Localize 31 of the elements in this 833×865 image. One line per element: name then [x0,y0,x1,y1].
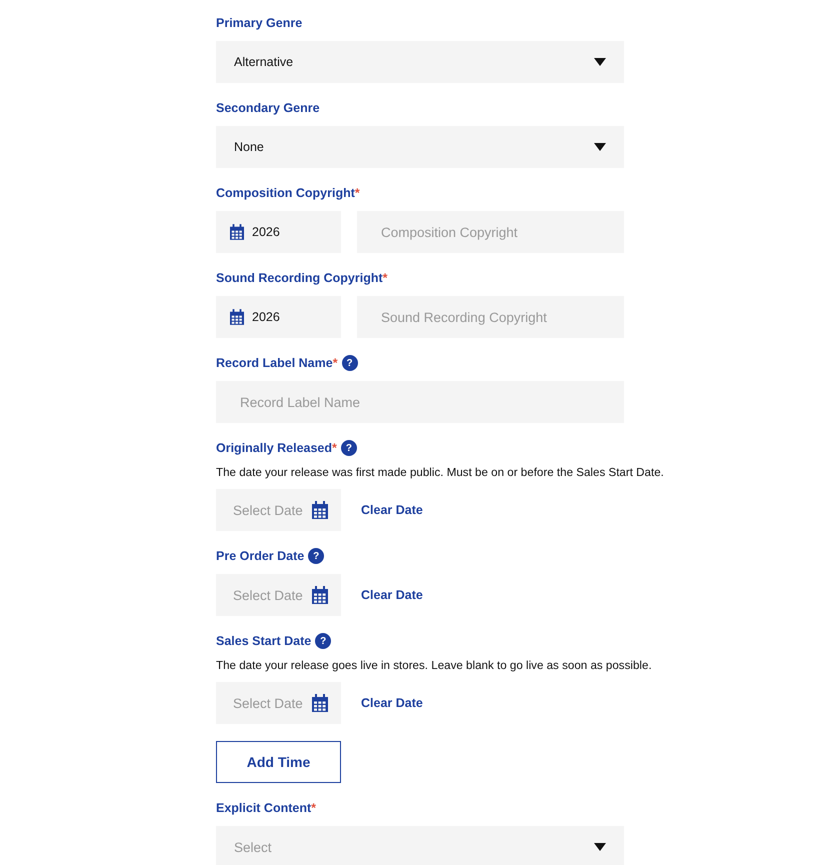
field-label: Sales Start Date [216,634,312,648]
field-label: Secondary Genre [216,101,320,115]
clear-date-link[interactable]: Clear Date [361,503,423,517]
dropdown-caret-icon [594,143,606,151]
help-icon[interactable]: ? [308,548,324,564]
dropdown-caret-icon [594,843,606,851]
help-icon[interactable]: ? [340,440,357,456]
dropdown-select[interactable]: Alternative [216,41,624,83]
add-time-button[interactable]: Add Time [216,741,341,783]
calendar-icon [312,694,328,712]
help-icon[interactable]: ? [342,355,358,371]
calendar-icon [312,501,328,519]
clear-date-link[interactable]: Clear Date [361,696,423,710]
field-description: The date your release was first made public. Must be on or before the Sales Start Date. [216,465,664,480]
field-description: The date your release goes live in stores. Leave blank to go live as soon as possible. [216,658,652,673]
field-label: Primary Genre [216,16,302,30]
field-label: Pre Order Date [216,549,304,563]
calendar-icon [230,224,244,240]
calendar-icon [312,586,328,604]
field-label: Composition Copyright* [216,186,360,200]
field-label: Record Label Name* [216,356,338,370]
field-label: Explicit Content* [216,801,316,815]
field-label: Originally Released* [216,441,337,455]
year-field[interactable]: 2026 [216,211,341,253]
help-icon[interactable]: ? [315,633,332,649]
year-field[interactable]: 2026 [216,296,341,338]
dropdown-select[interactable]: None [216,126,624,168]
field-label: Sound Recording Copyright* [216,271,388,285]
calendar-icon [230,309,244,325]
dropdown-caret-icon [594,58,606,66]
clear-date-link[interactable]: Clear Date [361,588,423,602]
